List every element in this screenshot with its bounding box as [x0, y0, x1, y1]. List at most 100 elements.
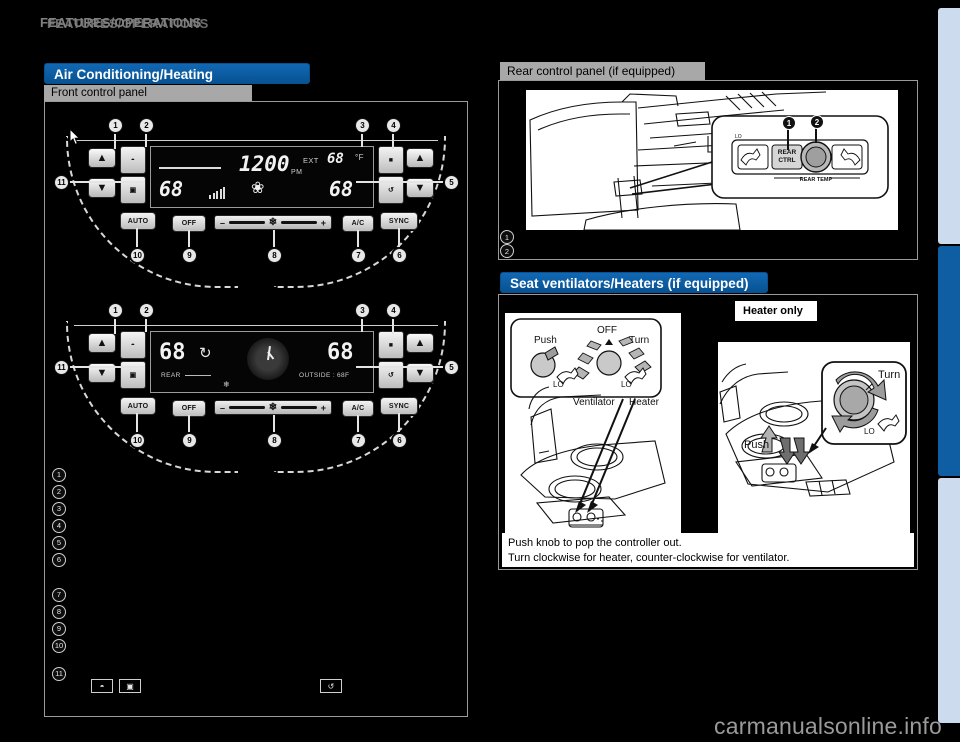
svg-text:OFF: OFF — [597, 325, 617, 336]
callout-leader — [356, 181, 444, 183]
fan-speed-slider[interactable]: – ❄ + — [214, 215, 332, 230]
svg-text:LO: LO — [621, 380, 632, 389]
callout-11: 11 — [54, 360, 69, 375]
tab-upper[interactable] — [938, 8, 960, 244]
callout-leader — [273, 230, 275, 248]
svg-text:LO: LO — [735, 134, 742, 140]
front-defroster-button[interactable]: ◓ — [120, 331, 146, 359]
callout-6: 6 — [392, 433, 407, 448]
callout-leader — [114, 131, 116, 149]
legend-number: 2 — [500, 244, 514, 258]
callout-4: 4 — [386, 303, 401, 318]
display-separator — [159, 167, 221, 169]
fan-icon: ❄ — [268, 217, 278, 228]
callout-3: 3 — [355, 303, 370, 318]
svg-text:LO: LO — [864, 427, 875, 436]
page-tab-strip[interactable] — [938, 0, 960, 742]
callout-9: 9 — [182, 433, 197, 448]
caption-line-1: Push knob to pop the controller out. — [508, 537, 682, 549]
chevron-down-icon: ▼ — [96, 181, 108, 194]
front-defroster-button[interactable]: ◓ — [120, 146, 146, 174]
defroster-front-icon: ◓ — [91, 679, 113, 693]
slider-track — [229, 406, 265, 409]
svg-text:Turn: Turn — [878, 369, 900, 381]
callout-leader — [67, 181, 145, 183]
exterior-temp-value: 68 — [327, 151, 344, 167]
legend-group-1: 1 2 3 4 5 6 — [52, 466, 452, 568]
list-item: 9 — [52, 620, 452, 637]
recirculation-icon: ↺ — [387, 372, 395, 379]
passenger-temp-up-button[interactable]: ▲ — [406, 148, 434, 168]
list-item: 3 — [52, 500, 452, 517]
svg-text:REAR: REAR — [778, 149, 797, 156]
front-control-panel-diagram-bottom: 68 ↻ 68 REAR OUTSIDE : 68F ❄ ◓ ▣ ■ ↺ ▲ ▼… — [50, 303, 462, 473]
outside-temp-value: 68F — [337, 372, 350, 379]
seat-ventilator-diagram: Push OFF Turn LO LO Ventilator Heater — [505, 313, 681, 533]
watermark: carmanualsonline.info — [714, 713, 942, 739]
legend-number: 8 — [52, 604, 66, 619]
auto-button[interactable]: AUTO — [120, 212, 156, 230]
callout-1: 1 — [108, 118, 123, 133]
climate-display-bottom: 68 ↻ 68 REAR OUTSIDE : 68F ❄ — [150, 331, 374, 393]
legend-number: 2 — [52, 484, 66, 499]
caption-line-2: Turn clockwise for heater, counter-clock… — [508, 552, 790, 564]
mode-button[interactable]: ■ — [378, 146, 404, 174]
rear-level-track — [185, 375, 211, 376]
analog-clock-icon — [247, 338, 289, 380]
driver-temp-value: 68 — [159, 177, 184, 201]
legend-number: 9 — [52, 621, 66, 636]
legend-number: 3 — [52, 501, 66, 516]
callout-4: 4 — [386, 118, 401, 133]
callout-8: 8 — [267, 248, 282, 263]
legend-group-2: 7 8 9 10 — [52, 586, 452, 654]
callout-leader — [356, 366, 444, 368]
list-item: 2 — [500, 244, 900, 258]
front-defroster-icon: ◓ — [130, 341, 136, 349]
climate-display-top: 1200 PM EXT 68 °F 68 ❀ 68 — [150, 146, 374, 208]
exterior-temp-label: EXT — [303, 156, 319, 165]
legend-number: 6 — [52, 552, 66, 567]
callout-leader — [188, 230, 190, 248]
callout-leader — [392, 316, 394, 334]
slider-track — [281, 406, 317, 409]
legend-icon-row: ◓ ▣ ↺ — [88, 678, 428, 694]
chevron-up-icon: ▲ — [96, 151, 108, 164]
legend-number: 7 — [52, 587, 66, 602]
passenger-temp-value: 68 — [327, 340, 354, 365]
auto-button[interactable]: AUTO — [120, 397, 156, 415]
subsection-header-front-control-panel: Front control panel — [44, 85, 252, 102]
list-item: 6 — [52, 551, 452, 568]
svg-text:Ventilator: Ventilator — [573, 397, 615, 408]
section-header-rear-control-panel: Rear control panel (if equipped) — [500, 62, 705, 80]
rear-defroster-icon: ▣ — [129, 187, 137, 194]
mode-icon: ■ — [388, 156, 394, 164]
outside-label: OUTSIDE : — [299, 372, 336, 379]
callout-11: 11 — [54, 175, 69, 190]
callout-leader — [361, 131, 363, 147]
seat-section-caption: Push knob to pop the controller out. Tur… — [502, 533, 914, 567]
fan-increase-label: + — [320, 217, 327, 228]
recirculation-icon: ↻ — [199, 345, 212, 362]
list-item: 4 — [52, 517, 452, 534]
callout-2: 2 — [810, 115, 824, 129]
tab-active[interactable] — [938, 246, 960, 476]
airflow-face-feet-icon: ❀ — [251, 180, 265, 197]
tab-lower[interactable] — [938, 478, 960, 723]
list-item: 1 — [52, 466, 452, 483]
mode-button[interactable]: ■ — [378, 331, 404, 359]
legend-number: 5 — [52, 535, 66, 550]
rear-panel-legend: 1 2 — [500, 230, 900, 258]
callout-leader — [145, 131, 147, 147]
passenger-temp-up-button[interactable]: ▲ — [406, 333, 434, 353]
callout-2: 2 — [139, 303, 154, 318]
callout-leader — [188, 415, 190, 433]
driver-temp-up-button[interactable]: ▲ — [88, 148, 116, 168]
callout-leader — [815, 127, 817, 143]
exterior-temp-unit: °F — [355, 153, 364, 162]
clock-value: 1200 — [239, 152, 290, 176]
driver-temp-up-button[interactable]: ▲ — [88, 333, 116, 353]
callout-10: 10 — [130, 248, 145, 263]
legend-number: 1 — [500, 230, 514, 244]
fan-speed-slider[interactable]: – ❄ + — [214, 400, 332, 415]
svg-text:LO: LO — [553, 380, 564, 389]
